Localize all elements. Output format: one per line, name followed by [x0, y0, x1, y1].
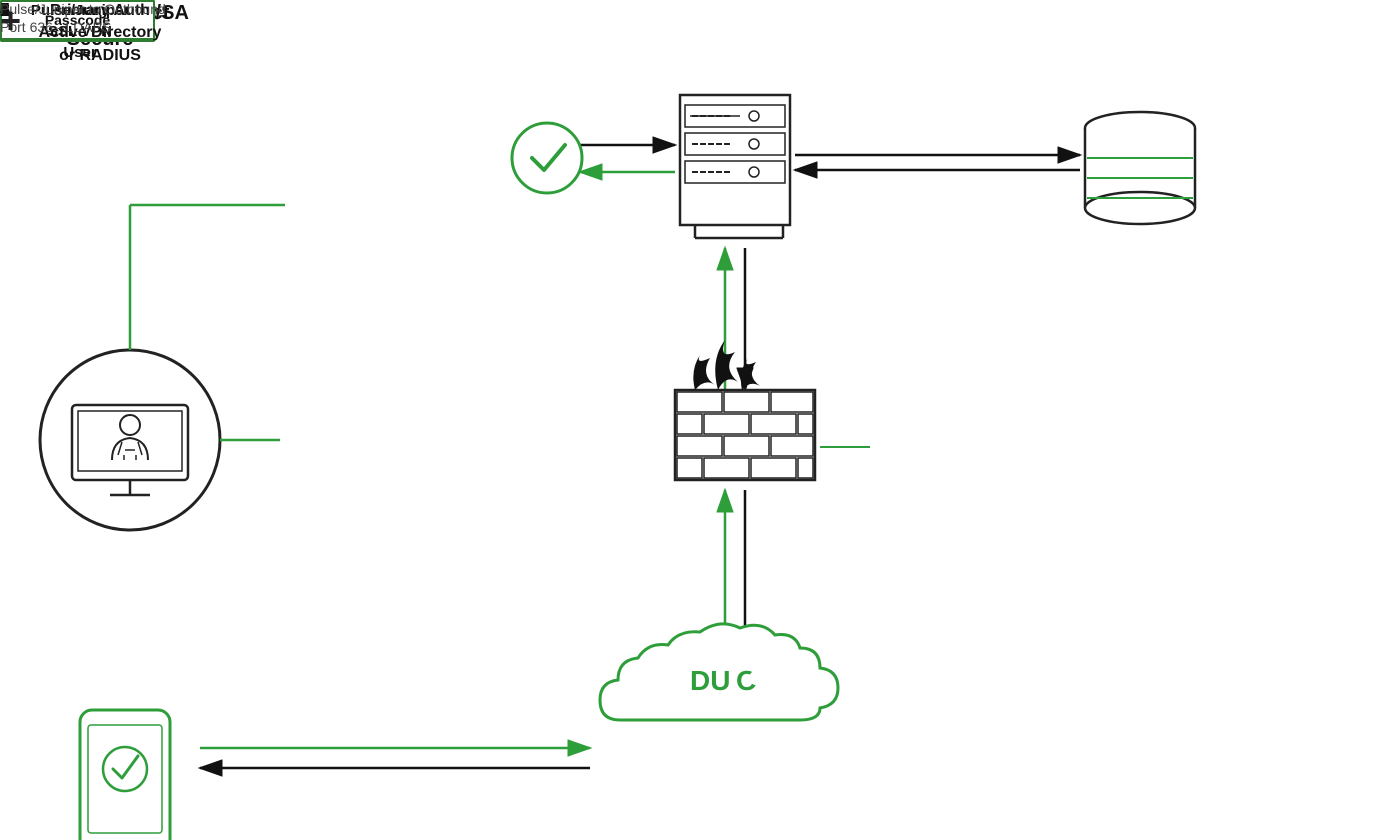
outbound-label: Pulse/Juniper to Outbound Port 636 - LDA… [0, 0, 280, 36]
plus-sign: + [0, 0, 21, 42]
svg-text:DU: DU [690, 665, 730, 696]
svg-text:O: O [736, 665, 758, 696]
diagram: DU O [0, 0, 1400, 840]
